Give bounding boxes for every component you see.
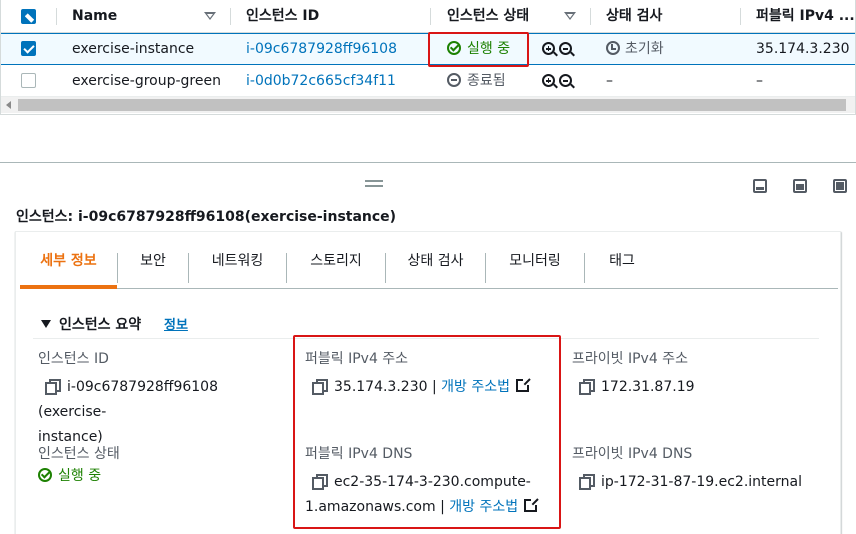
private-dns-text: ip-172-31-87-19.ec2.internal [601,474,802,490]
detail-tabs: 세부 정보 보안 네트워킹 스토리지 상태 검사 모니터링 태그 [20,239,838,289]
copy-icon[interactable] [579,379,591,395]
private-ipv4-label: 프라이빗 IPv4 주소 [572,351,688,367]
panel-full-icon[interactable] [833,179,847,193]
scrollbar-thumb[interactable] [18,99,846,111]
status-check-text: – [606,73,613,89]
clock-icon [606,41,620,55]
zoom-in-icon[interactable] [542,42,555,55]
table-header: Name 인스턴스 ID 인스턴스 상태 상태 검사 퍼블릭 IPv4 ... [1,0,855,33]
status-check: 초기화 [606,34,664,64]
instance-summary-header[interactable]: 인스턴스 요약 [41,314,141,334]
horizontal-scrollbar[interactable] [1,97,855,113]
status-check-text: 초기화 [625,41,664,57]
panel-side-icon[interactable] [793,179,807,193]
private-dns-label: 프라이빗 IPv4 DNS [572,446,693,462]
split-divider[interactable] [0,162,856,163]
header-divider [56,8,57,25]
instance-state: 종료됨 [447,66,506,96]
header-divider [230,8,231,25]
tab-status-checks[interactable]: 상태 검사 [386,239,485,289]
panel-bottom-icon[interactable] [753,179,767,193]
instance-name: exercise-instance [72,41,195,57]
zoom-out-icon[interactable] [559,74,572,87]
instance-id-label: 인스턴스 ID [38,351,109,367]
instance-state-text: 실행 중 [58,468,102,484]
zoom-out-icon[interactable] [559,42,572,55]
tab-monitoring[interactable]: 모니터링 [486,239,584,289]
row-checkbox[interactable] [21,73,36,88]
table-row[interactable]: exercise-group-green i-0d0b72c665cf34f11… [1,65,855,97]
tab-tags[interactable]: 태그 [585,239,659,289]
instance-detail-title: 인스턴스: i-09c6787928ff96108(exercise-insta… [16,209,397,225]
header-instance-state[interactable]: 인스턴스 상태 [447,0,529,33]
header-divider [590,8,591,25]
header-divider [430,8,431,25]
highlight-box [428,32,529,67]
resize-handle-icon[interactable] [365,180,383,190]
success-check-icon [38,468,52,482]
scroll-left-icon[interactable] [6,101,11,109]
row-checkbox[interactable] [21,41,36,56]
caret-down-icon[interactable] [41,320,51,328]
instance-id-link[interactable]: i-0d0b72c665cf34f11 [246,66,396,96]
tab-details[interactable]: 세부 정보 [20,239,117,289]
highlight-box [293,335,561,529]
active-tab-underline [20,285,117,289]
instance-id-value: i-09c6787928ff96108 (exercise- instance) [38,375,288,450]
instance-name: exercise-group-green [72,73,221,89]
tab-networking[interactable]: 네트워킹 [189,239,286,289]
stopped-icon [447,73,461,87]
header-status-check[interactable]: 상태 검사 [606,0,662,33]
select-all-checkbox[interactable] [21,9,36,24]
header-divider [740,8,741,25]
copy-icon[interactable] [579,474,591,490]
instance-id-text: i-09c6787928ff96108 (exercise- [38,379,218,420]
private-ipv4-value: 172.31.87.19 [579,375,695,400]
private-ipv4-text: 172.31.87.19 [601,379,695,395]
instance-id-link[interactable]: i-09c6787928ff96108 [246,34,397,64]
public-ipv4-cell: – [756,73,763,89]
summary-title: 인스턴스 요약 [59,317,142,333]
tab-security[interactable]: 보안 [118,239,188,289]
zoom-in-icon[interactable] [542,74,555,87]
filter-caret-icon[interactable] [564,12,576,20]
filter-caret-icon[interactable] [204,12,216,20]
copy-icon[interactable] [45,379,57,395]
header-public-ipv4[interactable]: 퍼블릭 IPv4 ... [756,0,855,33]
info-link[interactable]: 정보 [164,314,188,333]
header-name[interactable]: Name [72,0,117,33]
tab-storage[interactable]: 스토리지 [287,239,385,289]
instance-state-value: 실행 중 [38,464,101,489]
public-ipv4-cell: 35.174.3.230 [756,41,850,57]
header-instance-id[interactable]: 인스턴스 ID [246,0,319,33]
instance-state-text: 종료됨 [467,73,506,89]
private-dns-value: ip-172-31-87-19.ec2.internal [579,470,802,495]
instance-state-label: 인스턴스 상태 [38,446,120,462]
